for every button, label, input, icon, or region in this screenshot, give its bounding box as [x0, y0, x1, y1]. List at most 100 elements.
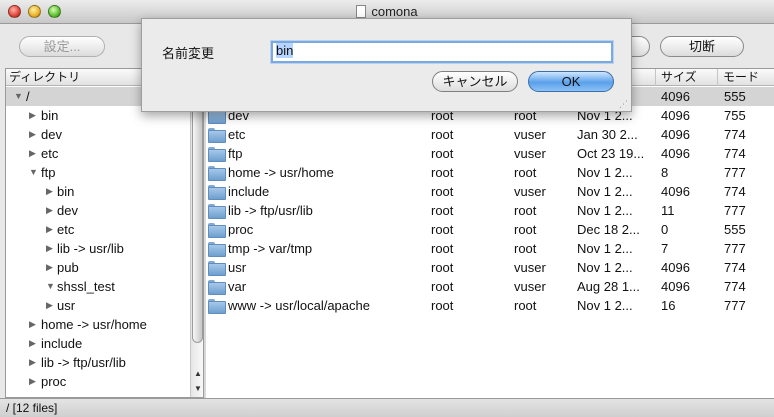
file-cell-owner: root	[431, 260, 454, 275]
file-row[interactable]: var root vuser Aug 28 1... 4096 774	[206, 277, 774, 296]
file-row[interactable]: proc root root Dec 18 2... 0 555	[206, 220, 774, 239]
column-header-mode[interactable]: モード	[717, 69, 774, 86]
file-row[interactable]: home -> usr/home root root Nov 1 2... 8 777	[206, 163, 774, 182]
collapsed-triangle-icon[interactable]: ▶	[29, 315, 39, 334]
file-cell-date: Nov 1 2...	[577, 165, 633, 180]
file-cell-mode: 755	[724, 108, 746, 123]
file-cell-mode: 777	[724, 298, 746, 313]
file-row[interactable]: lib -> ftp/usr/lib root root Nov 1 2... 11 77…	[206, 201, 774, 220]
file-cell-mode: 555	[724, 89, 746, 104]
file-cell-size: 16	[661, 298, 676, 313]
file-row[interactable]: tmp -> var/tmp root root Nov 1 2... 7 777	[206, 239, 774, 258]
file-cell-mode: 774	[724, 127, 746, 142]
folder-icon	[208, 166, 226, 181]
collapsed-triangle-icon[interactable]: ▶	[29, 372, 39, 391]
file-cell-date: Nov 1 2...	[577, 298, 633, 313]
file-cell-size: 4096	[661, 89, 690, 104]
expanded-triangle-icon[interactable]: ▼	[29, 163, 39, 182]
collapsed-triangle-icon[interactable]: ▶	[46, 296, 56, 315]
file-cell-date: Dec 18 2...	[577, 222, 640, 237]
file-cell-name: www -> usr/local/apache	[228, 298, 370, 313]
collapsed-triangle-icon[interactable]: ▶	[29, 106, 39, 125]
file-row[interactable]: usr root vuser Nov 1 2... 4096 774	[206, 258, 774, 277]
resize-grip-icon[interactable]: ⋰	[619, 99, 629, 109]
file-cell-date: Nov 1 2...	[577, 241, 633, 256]
tree-item-ftp-bin[interactable]: ▶ bin	[6, 182, 190, 201]
file-cell-size: 4096	[661, 184, 690, 199]
file-row[interactable]: include root vuser Nov 1 2... 4096 774	[206, 182, 774, 201]
collapsed-triangle-icon[interactable]: ▶	[46, 182, 56, 201]
scrollbar-thumb[interactable]	[192, 91, 203, 343]
tree-item-home[interactable]: ▶ home -> usr/home	[6, 315, 190, 334]
tree-item-label: home -> usr/home	[41, 317, 147, 332]
file-cell-date: Aug 28 1...	[577, 279, 640, 294]
cancel-button[interactable]: キャンセル	[432, 71, 518, 92]
ok-button[interactable]: OK	[528, 71, 614, 92]
file-row[interactable]: etc root vuser Jan 30 2... 4096 774	[206, 125, 774, 144]
tree-item-ftp-dev[interactable]: ▶ dev	[6, 201, 190, 220]
file-cell-group: vuser	[514, 127, 546, 142]
tree-item-ftp-usr[interactable]: ▶ usr	[6, 296, 190, 315]
tree-item-ftp-pub[interactable]: ▶ pub	[6, 258, 190, 277]
toolbar-button-partial[interactable]	[630, 36, 650, 57]
file-cell-name: include	[228, 184, 270, 199]
directory-scrollbar[interactable]: ▲ ▼	[190, 87, 203, 397]
collapsed-triangle-icon[interactable]: ▶	[46, 220, 56, 239]
file-cell-owner: root	[431, 298, 454, 313]
file-cell-mode: 555	[724, 222, 746, 237]
file-cell-size: 8	[661, 165, 669, 180]
tree-item-ftp-etc[interactable]: ▶ etc	[6, 220, 190, 239]
folder-icon	[208, 299, 226, 314]
expanded-triangle-icon[interactable]: ▼	[46, 277, 56, 296]
window-title: comona	[0, 4, 774, 19]
tree-item-proc[interactable]: ▶ proc	[6, 372, 190, 391]
collapsed-triangle-icon[interactable]: ▶	[46, 239, 56, 258]
expanded-triangle-icon[interactable]: ▼	[14, 87, 24, 106]
file-cell-group: root	[514, 241, 537, 256]
collapsed-triangle-icon[interactable]: ▶	[29, 125, 39, 144]
tree-item-lib[interactable]: ▶ lib -> ftp/usr/lib	[6, 353, 190, 372]
tree-item-ftp-lib[interactable]: ▶ lib -> usr/lib	[6, 239, 190, 258]
settings-button[interactable]: 設定...	[19, 36, 105, 57]
column-header-size[interactable]: サイズ	[655, 69, 717, 86]
file-cell-mode: 774	[724, 279, 746, 294]
tree-item-include[interactable]: ▶ include	[6, 334, 190, 353]
tree-item-label: bin	[41, 108, 59, 123]
rename-input[interactable]: bin	[271, 41, 613, 63]
tree-item-label: dev	[57, 203, 78, 218]
tree-item-label: lib -> ftp/usr/lib	[41, 355, 126, 370]
disconnect-button[interactable]: 切断	[660, 36, 744, 57]
collapsed-triangle-icon[interactable]: ▶	[29, 353, 39, 372]
collapsed-triangle-icon[interactable]: ▶	[46, 258, 56, 277]
file-row[interactable]: ftp root vuser Oct 23 19... 4096 774	[206, 144, 774, 163]
tree-item-label: bin	[57, 184, 75, 199]
file-cell-name: var	[228, 279, 247, 294]
tree-item-ftp-shssl-test[interactable]: ▼ shssl_test	[6, 277, 190, 296]
file-cell-owner: root	[431, 127, 454, 142]
tree-item-label: lib -> usr/lib	[57, 241, 124, 256]
file-cell-owner: root	[431, 222, 454, 237]
file-cell-size: 4096	[661, 260, 690, 275]
tree-item-label: etc	[41, 146, 59, 161]
file-cell-mode: 777	[724, 165, 746, 180]
tree-item-label: /	[26, 89, 30, 104]
tree-item-dev[interactable]: ▶ dev	[6, 125, 190, 144]
file-cell-group: root	[514, 298, 537, 313]
file-row[interactable]: www -> usr/local/apache root root Nov 1 2..…	[206, 296, 774, 315]
folder-icon	[208, 185, 226, 200]
collapsed-triangle-icon[interactable]: ▶	[29, 334, 39, 353]
file-cell-name: etc	[228, 127, 246, 142]
file-cell-mode: 774	[724, 184, 746, 199]
file-cell-size: 4096	[661, 108, 690, 123]
file-cell-name: tmp -> var/tmp	[228, 241, 313, 256]
file-cell-owner: root	[431, 241, 454, 256]
file-cell-group: vuser	[514, 260, 546, 275]
scroll-up-arrow-icon[interactable]: ▲	[192, 367, 203, 381]
tree-item-etc[interactable]: ▶ etc	[6, 144, 190, 163]
tree-item-ftp[interactable]: ▼ ftp	[6, 163, 190, 182]
collapsed-triangle-icon[interactable]: ▶	[46, 201, 56, 220]
tree-item-label: include	[41, 336, 83, 351]
collapsed-triangle-icon[interactable]: ▶	[29, 144, 39, 163]
scroll-down-arrow-icon[interactable]: ▼	[192, 382, 203, 396]
file-cell-name: lib -> ftp/usr/lib	[228, 203, 313, 218]
